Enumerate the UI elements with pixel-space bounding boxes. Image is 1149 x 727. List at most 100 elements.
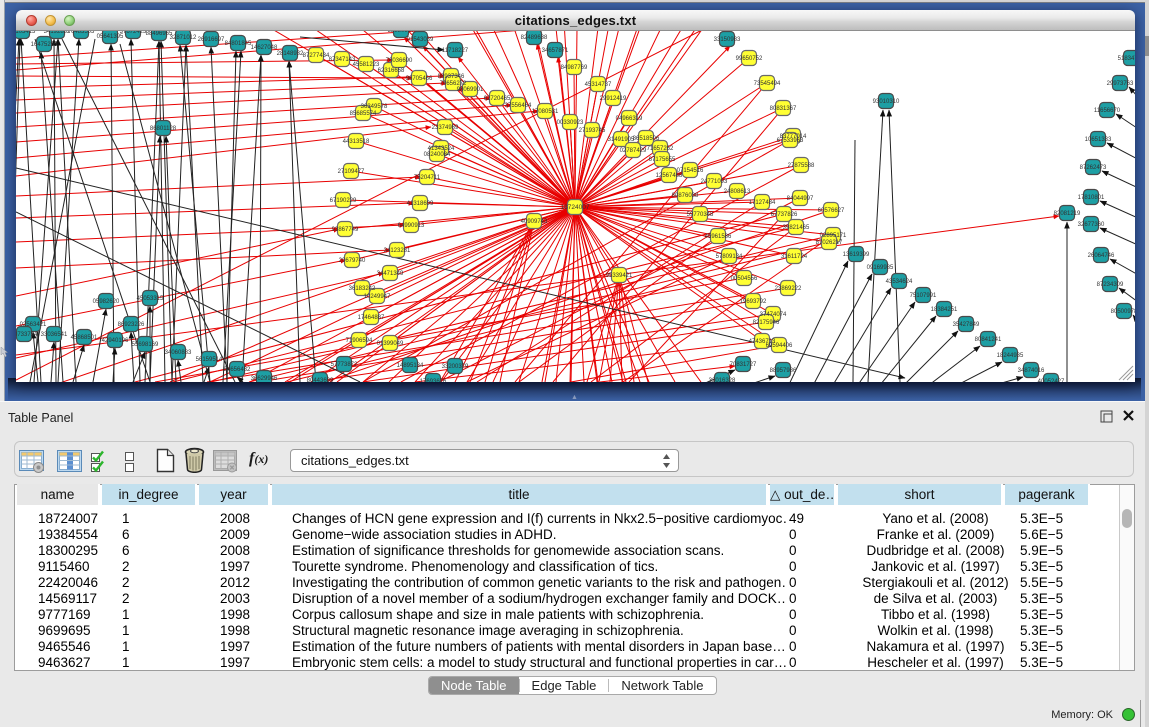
svg-text:93103413: 93103413 [16, 31, 36, 35]
svg-text:36629946: 36629946 [251, 376, 278, 382]
svg-text:31491905: 31491905 [608, 137, 635, 143]
svg-text:64990913: 64990913 [398, 223, 425, 229]
svg-text:24808613: 24808613 [724, 189, 751, 195]
svg-text:73545494: 73545494 [754, 81, 781, 87]
svg-text:44313518: 44313518 [343, 139, 370, 145]
svg-text:62316658: 62316658 [378, 68, 405, 74]
svg-text:02563421: 02563421 [20, 322, 47, 328]
svg-text:34874016: 34874016 [1018, 368, 1045, 374]
svg-text:71906594: 71906594 [346, 338, 373, 344]
svg-text:36183242: 36183242 [349, 286, 376, 292]
svg-text:17810801: 17810801 [1078, 195, 1105, 201]
svg-text:04966319: 04966319 [616, 116, 643, 122]
svg-text:27875588: 27875588 [788, 163, 815, 169]
svg-text:33150983: 33150983 [714, 37, 741, 43]
svg-text:17127484: 17127484 [749, 200, 776, 206]
svg-text:45868501: 45868501 [71, 335, 98, 341]
svg-text:88957986: 88957986 [770, 368, 797, 374]
svg-text:69594406: 69594406 [766, 343, 793, 349]
svg-text:99650752: 99650752 [736, 56, 763, 62]
svg-text:82175946: 82175946 [753, 320, 780, 326]
svg-text:32871012: 32871012 [170, 35, 197, 41]
svg-text:82489638: 82489638 [521, 35, 548, 41]
svg-text:67737826: 67737826 [771, 212, 798, 218]
svg-text:45581223: 45581223 [353, 62, 380, 68]
svg-text:60576627: 60576627 [818, 208, 845, 214]
svg-text:86518506: 86518506 [633, 136, 660, 142]
svg-text:01399049: 01399049 [377, 341, 404, 347]
svg-text:82081219: 82081219 [1054, 211, 1081, 217]
svg-text:34060883: 34060883 [165, 350, 192, 356]
svg-text:19693792: 19693792 [740, 299, 767, 305]
svg-text:40909743: 40909743 [521, 219, 548, 225]
svg-text:13619399: 13619399 [843, 252, 870, 258]
svg-text:43534624: 43534624 [886, 279, 913, 285]
svg-text:37474074: 37474074 [760, 312, 787, 318]
svg-text:93867749: 93867749 [332, 227, 359, 233]
svg-text:34657871: 34657871 [542, 48, 569, 54]
svg-text:56159514: 56159514 [196, 357, 223, 363]
svg-text:33036541: 33036541 [41, 332, 68, 338]
svg-text:41318699: 41318699 [407, 201, 434, 207]
svg-text:18724007: 18724007 [561, 204, 590, 211]
svg-text:76036690: 76036690 [386, 58, 413, 64]
svg-text:86801128: 86801128 [150, 126, 177, 132]
svg-text:23374989: 23374989 [432, 125, 459, 131]
svg-text:45053315: 45053315 [137, 296, 164, 302]
svg-text:31611724: 31611724 [781, 254, 808, 260]
svg-text:80443699: 80443699 [307, 378, 334, 382]
svg-text:27193745: 27193745 [579, 128, 606, 134]
svg-text:67190229: 67190229 [330, 198, 357, 204]
svg-text:10651333: 10651333 [1085, 137, 1112, 143]
svg-text:00330923: 00330923 [557, 120, 584, 126]
svg-text:32677360: 32677360 [1078, 222, 1105, 228]
svg-text:16475255: 16475255 [31, 42, 58, 48]
svg-text:62720465: 62720465 [484, 96, 511, 102]
svg-text:87277434: 87277434 [303, 53, 330, 59]
svg-text:37672423: 37672423 [120, 31, 147, 35]
svg-text:35427849: 35427849 [953, 322, 980, 328]
svg-text:14627048: 14627048 [251, 45, 278, 51]
svg-text:33200379: 33200379 [442, 364, 469, 370]
svg-text:09169985: 09169985 [867, 265, 894, 271]
svg-text:24771093: 24771093 [701, 179, 728, 185]
svg-text:70831727: 70831727 [730, 362, 757, 368]
svg-text:93010310: 93010310 [873, 99, 900, 105]
svg-text:75204711: 75204711 [414, 175, 441, 181]
svg-text:27109477: 27109477 [338, 169, 365, 175]
svg-text:96705466: 96705466 [406, 76, 433, 82]
svg-text:34471349: 34471349 [377, 271, 404, 277]
svg-text:14895134: 14895134 [397, 363, 424, 369]
svg-text:88937346: 88937346 [438, 74, 465, 80]
svg-text:23869222: 23869222 [775, 286, 802, 292]
svg-text:18384251: 18384251 [931, 307, 958, 313]
svg-text:08240084: 08240084 [424, 152, 451, 158]
svg-text:87262473: 87262473 [1080, 165, 1107, 171]
svg-text:80876038: 80876038 [672, 193, 699, 199]
svg-text:75107991: 75107991 [910, 293, 937, 299]
svg-text:84656482: 84656482 [224, 367, 251, 373]
svg-text:57809134: 57809134 [716, 254, 743, 260]
svg-text:80831367: 80831367 [770, 106, 797, 112]
svg-text:59770348: 59770348 [687, 212, 714, 218]
svg-text:29912419: 29912419 [600, 96, 627, 102]
svg-text:51834738: 51834738 [1118, 56, 1135, 62]
svg-text:32016328: 32016328 [709, 378, 736, 382]
svg-text:67175655: 67175655 [649, 157, 676, 163]
svg-text:55698169: 55698169 [132, 342, 159, 348]
svg-text:60733754: 60733754 [16, 332, 38, 338]
svg-text:20679740: 20679740 [339, 258, 366, 264]
svg-text:42940196: 42940196 [102, 338, 129, 344]
svg-text:71657262: 71657262 [647, 146, 674, 152]
svg-text:98069901: 98069901 [457, 87, 484, 93]
svg-text:05982620: 05982620 [93, 299, 120, 305]
svg-text:02787429: 02787429 [620, 148, 647, 154]
svg-text:39821465: 39821465 [783, 225, 810, 231]
svg-text:34123281: 34123281 [384, 248, 411, 254]
svg-text:40052427: 40052427 [1038, 379, 1065, 382]
svg-text:76483503: 76483503 [68, 31, 95, 35]
svg-text:17080531: 17080531 [532, 109, 559, 115]
svg-text:45961586: 45961586 [705, 234, 732, 240]
svg-text:18244935: 18244935 [997, 353, 1024, 359]
svg-text:26916697: 26916697 [198, 37, 225, 43]
